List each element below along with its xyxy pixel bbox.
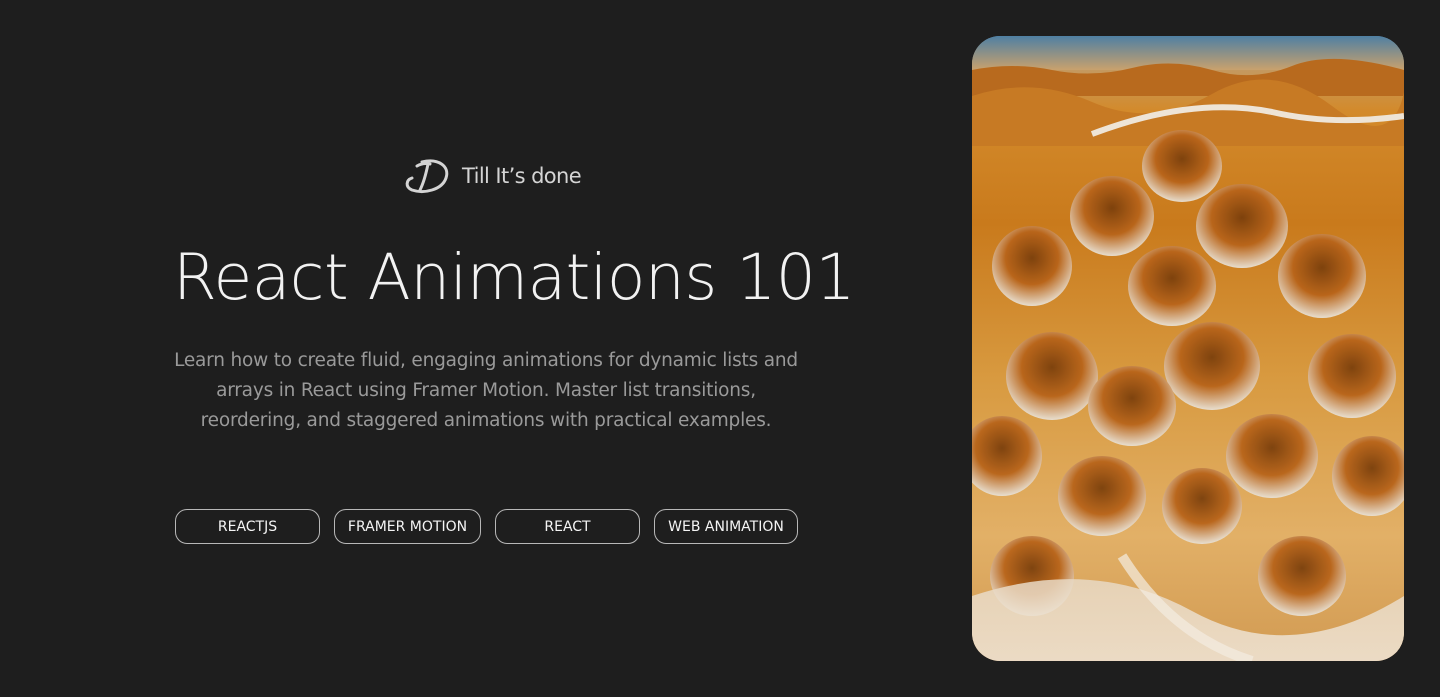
hero-content: Till It’s done React Animations 101 Lear… [0,0,972,697]
tag-list: REACTJS FRAMER MOTION REACT WEB ANIMATIO… [175,509,798,544]
brand-name: Till It’s done [462,164,582,188]
tag-web-animation[interactable]: WEB ANIMATION [654,509,798,544]
page-title: React Animations 101 [173,241,855,314]
tag-framer-motion[interactable]: FRAMER MOTION [334,509,481,544]
desert-dunes-image [972,36,1404,661]
brand[interactable]: Till It’s done [404,156,582,196]
brand-logo-icon [404,156,452,196]
page-description: Learn how to create fluid, engaging anim… [174,350,798,431]
tag-react[interactable]: REACT [495,509,640,544]
tag-reactjs[interactable]: REACTJS [175,509,320,544]
